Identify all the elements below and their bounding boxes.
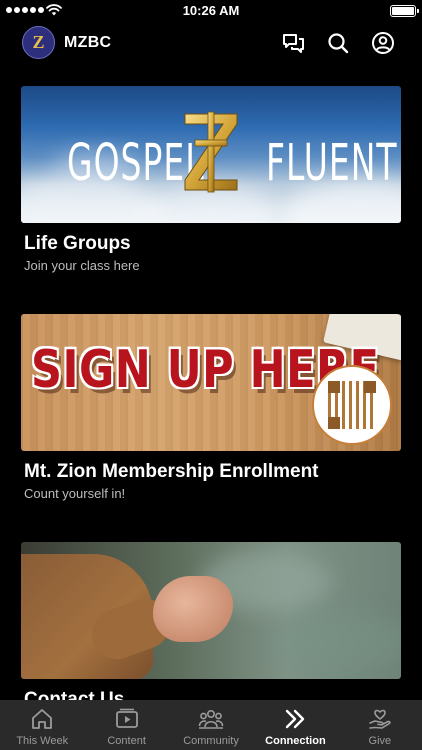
- content-feed[interactable]: GOSPEL FLUENT Life Groups Join your clas…: [0, 66, 422, 700]
- card-title: Mt. Zion Membership Enrollment: [24, 461, 319, 482]
- nav-content[interactable]: Content: [84, 700, 168, 750]
- banner-text-fluent: FLUENT: [266, 132, 398, 193]
- chevrons-right-icon: [286, 709, 305, 729]
- chat-icon[interactable]: [281, 31, 305, 55]
- card-life-groups[interactable]: GOSPEL FLUENT Life Groups Join your clas…: [21, 86, 401, 273]
- nav-label: Connection: [265, 735, 326, 747]
- battery-icon: [390, 5, 419, 17]
- nav-label: Community: [183, 735, 239, 747]
- people-icon: [198, 709, 224, 729]
- search-icon[interactable]: [326, 31, 350, 55]
- qr-code-icon: [312, 365, 392, 445]
- nav-label: Give: [368, 735, 392, 747]
- app-title: MZBC: [64, 34, 112, 51]
- z-logo-icon: [184, 111, 238, 193]
- nav-this-week[interactable]: This Week: [0, 700, 84, 750]
- app-header: Z MZBC: [0, 22, 422, 66]
- bottom-navigation: This Week Content Community Connection G…: [0, 700, 422, 750]
- church-logo-avatar[interactable]: Z: [22, 26, 55, 59]
- status-time: 10:26 AM: [182, 3, 240, 18]
- praying-hands-banner: [21, 542, 401, 679]
- nav-label: This Week: [16, 735, 69, 747]
- gospel-fluent-banner: GOSPEL FLUENT: [21, 86, 401, 223]
- video-icon: [115, 708, 138, 728]
- give-heart-hand-icon: [369, 709, 391, 729]
- hands-decoration: [153, 576, 233, 642]
- card-subtitle: Count yourself in!: [24, 486, 126, 501]
- nav-community[interactable]: Community: [169, 700, 253, 750]
- card-title: Contact Us: [24, 689, 125, 700]
- nav-label: Content: [107, 735, 146, 747]
- nav-give[interactable]: Give: [338, 700, 422, 750]
- card-contact-us[interactable]: Contact Us: [21, 542, 401, 700]
- card-title: Life Groups: [24, 233, 131, 254]
- status-bar: 10:26 AM: [0, 0, 422, 22]
- profile-icon[interactable]: [371, 31, 395, 55]
- home-icon: [32, 709, 53, 729]
- card-subtitle: Join your class here: [24, 258, 140, 273]
- card-membership-enrollment[interactable]: SIGN UP HERE Mt. Zion Membership Enrollm…: [21, 314, 401, 501]
- sign-up-banner: SIGN UP HERE: [21, 314, 401, 451]
- nav-connection[interactable]: Connection: [253, 700, 337, 750]
- avatar-letter: Z: [32, 32, 45, 52]
